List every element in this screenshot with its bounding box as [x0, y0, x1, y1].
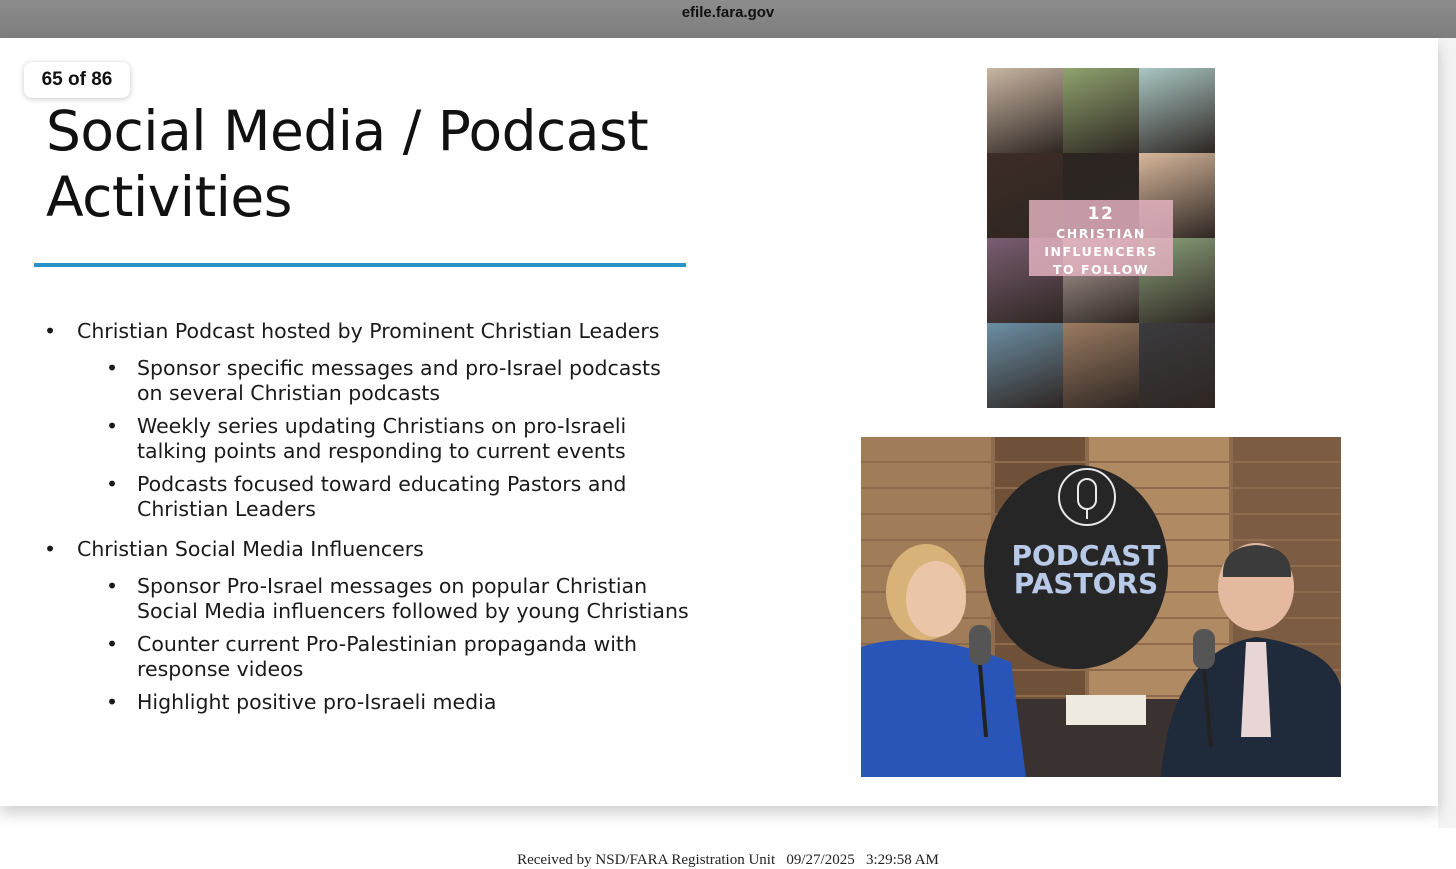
- bullet-level-2: • Sponsor Pro-Israel messages on popular…: [0, 574, 700, 624]
- collage-caption-line: TO FOLLOW: [1052, 262, 1150, 277]
- open-book: [1066, 695, 1146, 725]
- bullet-dot: •: [106, 690, 119, 714]
- collage-photo-cell: [1063, 68, 1139, 153]
- bullet-dot: •: [106, 574, 119, 598]
- bullet-line: Weekly series updating Christians on pro…: [137, 414, 627, 438]
- page-indicator: 65 of 86: [24, 62, 130, 98]
- bullet-dot: •: [106, 356, 119, 380]
- collage-caption-line: CHRISTIAN: [1056, 226, 1146, 241]
- bullet-line: response videos: [137, 657, 304, 681]
- bullet-line: Counter current Pro-Palestinian propagan…: [137, 632, 637, 656]
- podcast-scene: PODCAST PASTORS: [861, 437, 1341, 777]
- bullet-level-2: • Sponsor specific messages and pro-Isra…: [0, 356, 700, 406]
- collage-photo-cell: [987, 323, 1063, 408]
- bullet-level-2: • Highlight positive pro-Israeli media: [0, 690, 700, 715]
- bullet-line: Podcasts focused toward educating Pastor…: [137, 472, 627, 496]
- logo-text-pastors: PASTORS: [1014, 567, 1158, 600]
- bullet-dot: •: [106, 632, 119, 656]
- bullet-list: • Christian Podcast hosted by Prominent …: [0, 318, 700, 729]
- title-line-2: Activities: [46, 165, 292, 229]
- bullet-line: Highlight positive pro-Israeli media: [137, 690, 497, 714]
- bullet-line: on several Christian podcasts: [137, 381, 441, 405]
- viewer-gutter: [1438, 38, 1456, 828]
- bullet-level-1: • Christian Social Media Influencers: [0, 536, 700, 562]
- section-heading: Christian Podcast hosted by Prominent Ch…: [77, 319, 660, 343]
- bullet-level-1: • Christian Podcast hosted by Prominent …: [0, 318, 700, 344]
- bullet-dot: •: [44, 537, 57, 561]
- collage-photo-cell: [1063, 323, 1139, 408]
- bullet-line: Sponsor specific messages and pro-Israel…: [137, 356, 661, 380]
- browser-address-bar: efile.fara.gov: [0, 0, 1456, 38]
- section-influencers: • Christian Social Media Influencers • S…: [0, 536, 700, 715]
- bullet-line: Christian Leaders: [137, 497, 316, 521]
- section-podcast: • Christian Podcast hosted by Prominent …: [0, 318, 700, 522]
- url-text[interactable]: efile.fara.gov: [0, 4, 1456, 21]
- collage-photo-cell: [1139, 68, 1215, 153]
- title-divider: [34, 263, 686, 267]
- bullet-line: Sponsor Pro-Israel messages on popular C…: [137, 574, 648, 598]
- collage-photo-cell: [1139, 323, 1215, 408]
- bullet-dot: •: [44, 319, 57, 343]
- bullet-line: talking points and responding to current…: [137, 439, 626, 463]
- title-line-1: Social Media / Podcast: [46, 99, 649, 163]
- section-heading: Christian Social Media Influencers: [77, 537, 424, 561]
- bullet-level-2: • Podcasts focused toward educating Past…: [0, 472, 700, 522]
- influencer-collage-image: 12 CHRISTIAN INFLUENCERS TO FOLLOW: [987, 68, 1215, 408]
- bullet-dot: •: [106, 472, 119, 496]
- bullet-dot: •: [106, 414, 119, 438]
- collage-photo-cell: [987, 68, 1063, 153]
- slide-title: Social Media / Podcast Activities: [46, 98, 686, 230]
- bullet-line: Social Media influencers followed by you…: [137, 599, 689, 623]
- collage-caption: 12 CHRISTIAN INFLUENCERS TO FOLLOW: [1029, 200, 1173, 277]
- bullet-level-2: • Weekly series updating Christians on p…: [0, 414, 700, 464]
- collage-number: 12: [1087, 204, 1115, 224]
- bullet-level-2: • Counter current Pro-Palestinian propag…: [0, 632, 700, 682]
- received-stamp: Received by NSD/FARA Registration Unit 0…: [517, 852, 939, 868]
- collage-caption-line: INFLUENCERS: [1044, 244, 1158, 259]
- podcast-pastors-photo: PODCAST PASTORS: [861, 437, 1341, 777]
